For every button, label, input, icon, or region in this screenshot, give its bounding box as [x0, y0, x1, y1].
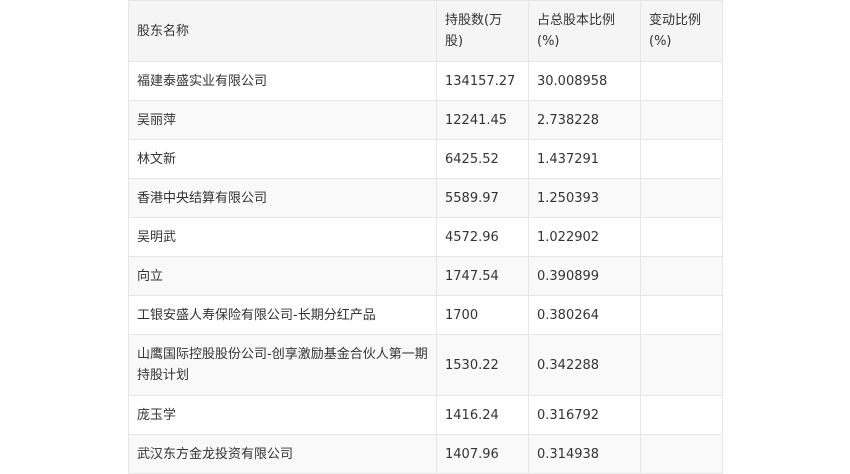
table-row: 林文新 6425.52 1.437291 [128, 139, 723, 179]
table-row: 吴丽萍 12241.45 2.738228 [128, 100, 723, 140]
cell-change-ratio [640, 139, 723, 179]
cell-shares-held: 1416.24 [436, 395, 529, 435]
cell-shares-held: 1407.96 [436, 434, 529, 474]
cell-shares-held: 1747.54 [436, 256, 529, 296]
cell-shares-held: 12241.45 [436, 100, 529, 140]
table-row: 福建泰盛实业有限公司 134157.27 30.008958 [128, 61, 723, 101]
cell-share-ratio: 2.738228 [528, 100, 641, 140]
table-row: 庞玉学 1416.24 0.316792 [128, 395, 723, 435]
cell-change-ratio [640, 100, 723, 140]
table-row: 武汉东方金龙投资有限公司 1407.96 0.314938 [128, 434, 723, 474]
cell-shareholder-name: 工银安盛人寿保险有限公司-长期分红产品 [128, 295, 437, 335]
cell-share-ratio: 30.008958 [528, 61, 641, 101]
cell-shareholder-name: 林文新 [128, 139, 437, 179]
table-row: 工银安盛人寿保险有限公司-长期分红产品 1700 0.380264 [128, 295, 723, 335]
cell-shares-held: 6425.52 [436, 139, 529, 179]
cell-share-ratio: 0.342288 [528, 334, 641, 396]
cell-change-ratio [640, 334, 723, 396]
cell-shareholder-name: 香港中央结算有限公司 [128, 178, 437, 218]
cell-change-ratio [640, 295, 723, 335]
cell-shareholder-name: 向立 [128, 256, 437, 296]
cell-share-ratio: 1.250393 [528, 178, 641, 218]
cell-shares-held: 1700 [436, 295, 529, 335]
cell-shareholder-name: 山鹰国际控股股份公司-创享激励基金合伙人第一期持股计划 [128, 334, 437, 396]
cell-share-ratio: 0.316792 [528, 395, 641, 435]
cell-shareholder-name: 福建泰盛实业有限公司 [128, 61, 437, 101]
table-row: 香港中央结算有限公司 5589.97 1.250393 [128, 178, 723, 218]
cell-change-ratio [640, 61, 723, 101]
cell-shares-held: 4572.96 [436, 217, 529, 257]
header-shareholder-name: 股东名称 [128, 0, 437, 62]
header-shares-held: 持股数(万股) [436, 0, 529, 62]
cell-shareholder-name: 吴丽萍 [128, 100, 437, 140]
cell-change-ratio [640, 256, 723, 296]
shareholder-table-container: 股东名称 持股数(万股) 占总股本比例(%) 变动比例(%) 福建泰盛实业有限公… [128, 0, 723, 474]
header-share-ratio: 占总股本比例(%) [528, 0, 641, 62]
cell-shares-held: 134157.27 [436, 61, 529, 101]
table-row: 山鹰国际控股股份公司-创享激励基金合伙人第一期持股计划 1530.22 0.34… [128, 334, 723, 396]
cell-shareholder-name: 吴明武 [128, 217, 437, 257]
table-header-row: 股东名称 持股数(万股) 占总股本比例(%) 变动比例(%) [128, 0, 723, 62]
cell-change-ratio [640, 217, 723, 257]
cell-shareholder-name: 庞玉学 [128, 395, 437, 435]
cell-share-ratio: 1.022902 [528, 217, 641, 257]
cell-shares-held: 5589.97 [436, 178, 529, 218]
shareholder-table: 股东名称 持股数(万股) 占总股本比例(%) 变动比例(%) 福建泰盛实业有限公… [128, 0, 723, 474]
table-row: 向立 1747.54 0.390899 [128, 256, 723, 296]
cell-change-ratio [640, 178, 723, 218]
cell-shareholder-name: 武汉东方金龙投资有限公司 [128, 434, 437, 474]
cell-change-ratio [640, 395, 723, 435]
cell-share-ratio: 0.380264 [528, 295, 641, 335]
cell-change-ratio [640, 434, 723, 474]
cell-shares-held: 1530.22 [436, 334, 529, 396]
table-row: 吴明武 4572.96 1.022902 [128, 217, 723, 257]
cell-share-ratio: 1.437291 [528, 139, 641, 179]
cell-share-ratio: 0.390899 [528, 256, 641, 296]
header-change-ratio: 变动比例(%) [640, 0, 723, 62]
cell-share-ratio: 0.314938 [528, 434, 641, 474]
